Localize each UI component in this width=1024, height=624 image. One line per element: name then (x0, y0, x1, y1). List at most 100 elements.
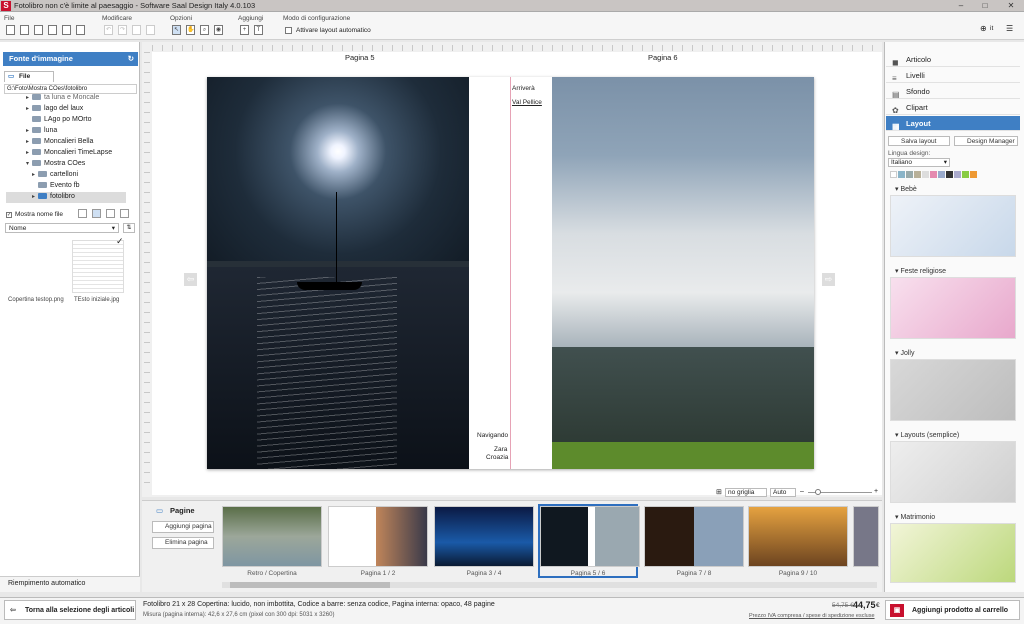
save-icon[interactable] (34, 25, 43, 35)
auto-layout-icon[interactable] (285, 27, 292, 34)
zoom-in-icon[interactable]: + (874, 488, 878, 495)
view-medium-icon[interactable] (92, 209, 101, 218)
refresh-icon[interactable]: ↻ (128, 52, 134, 66)
tree-item[interactable]: Evento fb (32, 182, 80, 189)
zoom-slider-handle[interactable] (815, 489, 821, 495)
panel-item-layout[interactable]: ▦ Layout (886, 116, 1020, 131)
pointer-icon[interactable]: ↖ (172, 25, 181, 35)
show-filename-checkbox[interactable]: ✓ (6, 212, 12, 218)
text-box[interactable]: Val Pellice (512, 99, 542, 106)
template-group-header[interactable]: ▾ Feste religiose (887, 267, 1017, 275)
auto-fill-button[interactable]: Riempimento automatico (8, 580, 85, 587)
photo-sailboat-sunset[interactable] (207, 77, 469, 469)
color-swatch[interactable] (946, 171, 953, 178)
zoom-select[interactable]: Auto (770, 488, 796, 497)
hand-icon[interactable]: ✋ (186, 25, 195, 35)
view-small-icon[interactable] (78, 209, 87, 218)
color-swatch[interactable] (898, 171, 905, 178)
next-page-arrow-icon[interactable]: ⇨ (822, 273, 835, 286)
color-swatch[interactable] (962, 171, 969, 178)
auto-layout-label[interactable]: Attivare layout automatico (296, 27, 371, 34)
panel-item-layers[interactable]: ≡ Livelli (886, 68, 1020, 83)
add-page-button[interactable]: Aggiungi pagina (152, 521, 214, 533)
template-group-header[interactable]: ▾ Jolly (887, 349, 1017, 357)
tree-item[interactable]: ▸ lago del laux (26, 105, 83, 112)
panel-item-clipart[interactable]: ✿ Clipart (886, 100, 1020, 115)
tree-item[interactable]: ▸ Moncalieri Bella (26, 138, 93, 145)
open-file-icon[interactable] (20, 25, 29, 35)
minimize-button[interactable]: – (950, 0, 972, 12)
template-group-header[interactable]: ▾ Bebè (887, 185, 1017, 193)
panel-item-article[interactable]: ◼ Articolo (886, 52, 1020, 67)
thumbs-scrollbar-handle[interactable] (230, 582, 390, 588)
template-thumb[interactable] (890, 523, 1016, 583)
vat-note-link[interactable]: Prezzo IVA compresa / spese di spedizion… (749, 613, 875, 619)
back-button[interactable]: ⇦ Torna alla selezione degli articoli (4, 600, 136, 620)
text-box[interactable]: Arriverà (512, 85, 535, 92)
delete-page-button[interactable]: Elimina pagina (152, 537, 214, 549)
tree-item[interactable]: ▸ Moncalieri TimeLapse (26, 149, 112, 156)
color-swatch[interactable] (970, 171, 977, 178)
add-image-icon[interactable]: + (240, 25, 249, 35)
tab-file-system[interactable]: ▭File system (4, 71, 54, 90)
tree-item[interactable]: ▾ Mostra COes (26, 160, 85, 167)
color-swatch[interactable] (922, 171, 929, 178)
page-thumb-partial[interactable] (853, 506, 879, 567)
text-box[interactable]: Croazia (486, 454, 508, 461)
text-box[interactable]: Navigando (477, 432, 508, 439)
globe-icon[interactable]: ⊕ (980, 24, 987, 33)
path-field[interactable]: G:\Foto\Mostra COes\fotolibro (4, 84, 137, 94)
menu-icon[interactable]: ☰ (1006, 24, 1013, 33)
new-file-icon[interactable] (6, 25, 15, 35)
tree-item-selected[interactable]: ▸ fotolibro (32, 193, 75, 200)
sort-direction-icon[interactable]: ⇅ (123, 223, 135, 233)
prev-page-arrow-icon[interactable]: ⇦ (184, 273, 197, 286)
page-thumb[interactable] (644, 506, 744, 567)
delete-icon[interactable] (132, 25, 141, 35)
color-swatch[interactable] (914, 171, 921, 178)
language-code[interactable]: it (990, 25, 993, 32)
photo-clouds-mountains[interactable] (552, 77, 814, 469)
color-swatch[interactable] (906, 171, 913, 178)
color-swatch[interactable] (930, 171, 937, 178)
add-text-icon[interactable]: T (254, 25, 263, 35)
close-button[interactable]: ✕ (998, 0, 1024, 12)
text-box[interactable]: Zara (494, 446, 507, 453)
save-layout-button[interactable]: Salva layout (888, 136, 950, 146)
undo-icon[interactable]: ↶ (104, 25, 113, 35)
color-swatch-white[interactable] (890, 171, 897, 178)
page-thumb[interactable] (434, 506, 534, 567)
sort-select[interactable]: Nome ▾ (5, 223, 119, 233)
template-group-header[interactable]: ▾ Matrimonio (887, 513, 1017, 521)
language-select[interactable]: Italiano ▾ (888, 158, 950, 167)
panel-item-background[interactable]: ▤ Sfondo (886, 84, 1020, 99)
tree-item[interactable]: ▸ luna (26, 127, 57, 134)
template-thumb[interactable] (890, 359, 1016, 421)
page-thumb-selected[interactable] (540, 506, 640, 567)
color-swatch[interactable] (954, 171, 961, 178)
page-thumb[interactable] (222, 506, 322, 567)
add-to-cart-button[interactable]: ▣ Aggiungi prodotto al carrello (885, 600, 1020, 620)
color-swatch[interactable] (938, 171, 945, 178)
page-thumb[interactable] (748, 506, 848, 567)
view-large-icon[interactable] (106, 209, 115, 218)
grid-select[interactable]: no griglia (725, 488, 767, 497)
eye-icon[interactable]: ◉ (214, 25, 223, 35)
maximize-button[interactable]: □ (974, 0, 996, 12)
template-thumb[interactable] (890, 441, 1016, 503)
tree-item[interactable]: ▸ cartelloni (32, 171, 78, 178)
file-thumb-cover[interactable] (10, 240, 62, 293)
template-thumb[interactable] (890, 277, 1016, 339)
zoom-icon[interactable]: ⌕ (200, 25, 209, 35)
print-icon[interactable] (76, 25, 85, 35)
tree-item[interactable]: ▸ ta luna e Moncale (26, 94, 99, 101)
copy-icon[interactable] (146, 25, 155, 35)
template-thumb[interactable] (890, 195, 1016, 257)
redo-icon[interactable]: ↷ (118, 25, 127, 35)
design-manager-button[interactable]: Design Manager (954, 136, 1018, 146)
preview-icon[interactable] (62, 25, 71, 35)
zoom-out-icon[interactable]: – (800, 488, 804, 495)
page-thumb[interactable] (328, 506, 428, 567)
tree-item[interactable]: LAgo po MOrto (26, 116, 91, 123)
file-thumb-text[interactable] (72, 240, 124, 293)
